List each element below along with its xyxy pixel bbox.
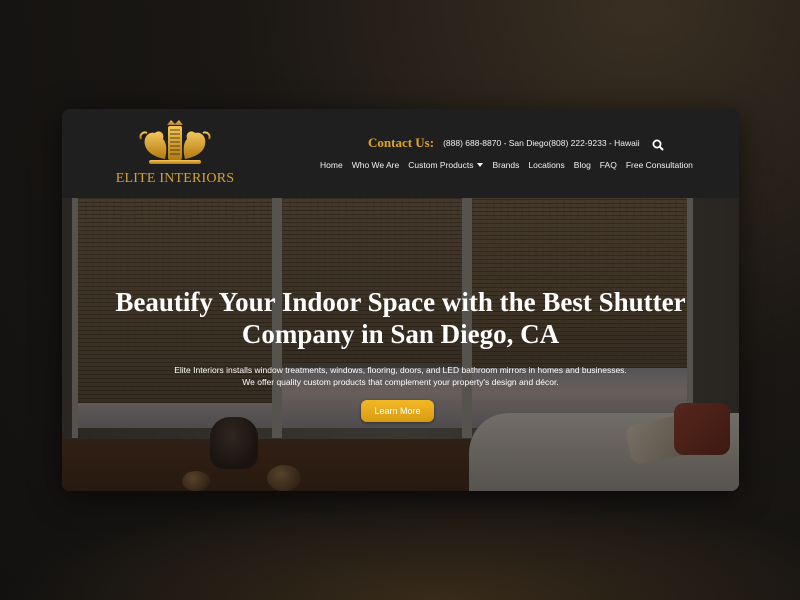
nav-item-home[interactable]: Home [320, 160, 343, 170]
hero-description: Elite Interiors installs window treatmen… [62, 364, 739, 388]
search-icon[interactable] [651, 138, 665, 152]
nav-item-free-consultation[interactable]: Free Consultation [626, 160, 693, 170]
hero-title-line2: Company in San Diego, CA [241, 319, 560, 349]
nav-item-label: Custom Products [408, 160, 474, 170]
contact-label: Contact Us: [368, 135, 435, 150]
hero-title: Beautify Your Indoor Space with the Best… [62, 286, 739, 350]
learn-more-button[interactable]: Learn More [361, 400, 434, 422]
nav-item-locations[interactable]: Locations [528, 160, 564, 170]
contact-phones[interactable]: (888) 688-8870 - San Diego(808) 222-9233… [443, 138, 640, 148]
background-glow [0, 490, 800, 600]
website-preview-window: ELITE INTERIORS Contact Us: (888) 688-88… [62, 109, 739, 491]
hero-section: Beautify Your Indoor Space with the Best… [62, 198, 739, 491]
nav-item-custom-products[interactable]: Custom Products [408, 160, 484, 170]
hero-desc-line2: We offer quality custom products that co… [242, 377, 559, 387]
lion-crest-icon [139, 120, 211, 164]
hero-title-line1: Beautify Your Indoor Space with the Best… [115, 287, 686, 317]
nav-item-brands[interactable]: Brands [492, 160, 519, 170]
main-nav: Home Who We Are Custom Products Brands L… [320, 160, 702, 170]
contact-info: Contact Us: (888) 688-8870 - San Diego(8… [368, 135, 640, 151]
nav-item-who-we-are[interactable]: Who We Are [352, 160, 400, 170]
chevron-down-icon [477, 163, 484, 167]
nav-item-faq[interactable]: FAQ [600, 160, 617, 170]
nav-item-blog[interactable]: Blog [574, 160, 591, 170]
site-header: ELITE INTERIORS Contact Us: (888) 688-88… [62, 109, 739, 198]
hero-desc-line1: Elite Interiors installs window treatmen… [174, 365, 627, 375]
logo-wordmark: ELITE INTERIORS [115, 171, 235, 186]
site-logo[interactable]: ELITE INTERIORS [116, 119, 234, 191]
